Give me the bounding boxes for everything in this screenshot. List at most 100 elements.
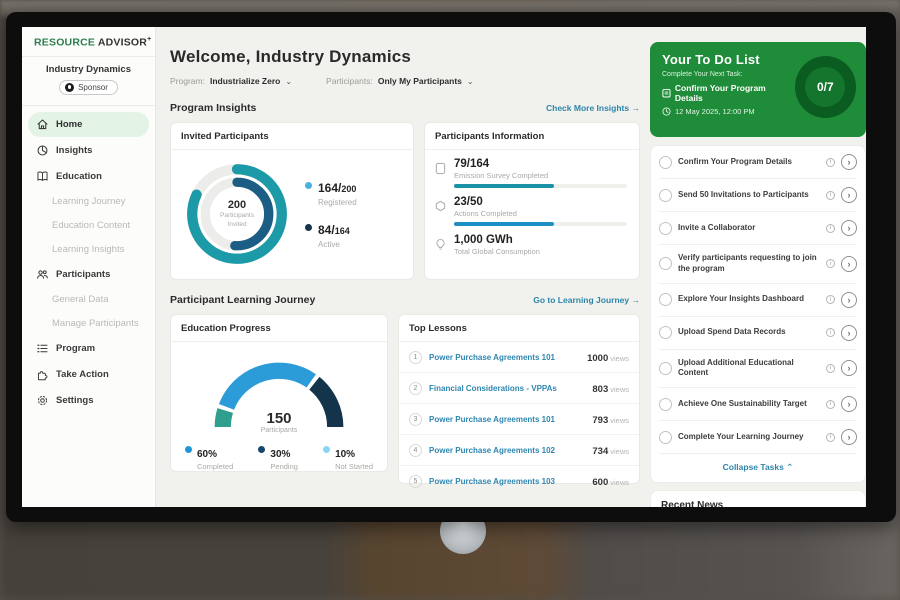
info-icon: i [826,158,835,167]
sidebar-item-label: Take Action [56,369,109,380]
lesson-link[interactable]: Power Purchase Agreements 103 [429,477,585,486]
todo-checkbox[interactable] [659,398,672,411]
todo-go-button[interactable]: › [841,187,857,203]
todo-progress-ring: 0/7 [795,56,856,118]
program-filter[interactable]: Program: Industrialize Zero ⌄ [170,76,292,86]
filter-bar: Program: Industrialize Zero ⌄ Participan… [170,76,650,86]
sidebar-item-general-data[interactable]: General Data [28,288,149,311]
lesson-link[interactable]: Power Purchase Agreements 101 [429,353,580,362]
todo-go-button[interactable]: › [841,396,857,412]
sidebar-item-education-content[interactable]: Education Content [28,214,149,237]
sidebar-item-learning-journey[interactable]: Learning Journey [28,190,149,213]
org-block: Industry Dynamics Sponsor [22,57,155,106]
lesson-row: 2 Financial Considerations - VPPAs 803vi… [399,373,639,404]
chevron-down-icon: ⌄ [467,77,474,86]
todo-item-label[interactable]: Explore Your Insights Dashboard [678,294,820,305]
sidebar-item-label: Learning Journey [52,196,125,207]
todo-item-label[interactable]: Send 50 Invitations to Participants [678,190,820,201]
education-gauge-chart: 150 Participants [204,352,354,432]
todo-item-label[interactable]: Verify participants requesting to join t… [678,253,820,275]
go-to-learning-journey-link[interactable]: Go to Learning Journey → [533,295,640,305]
lesson-link[interactable]: Financial Considerations - VPPAs [429,384,585,393]
sidebar-item-label: Settings [56,395,93,406]
logo-resource: RESOURCE [34,37,95,49]
sidebar-item-take-action[interactable]: Take Action [28,362,149,387]
sidebar-item-settings[interactable]: Settings [28,388,149,413]
lesson-link[interactable]: Power Purchase Agreements 101 [429,415,585,424]
sidebar-item-manage-participants[interactable]: Manage Participants [28,312,149,335]
arrow-right-icon: → [632,103,641,113]
todo-checkbox[interactable] [659,293,672,306]
todo-checkbox[interactable] [659,431,672,444]
todo-go-button[interactable]: › [841,292,857,308]
actions-progress-bar [454,222,627,226]
stat-consumption: 1,000 GWh Total Global Consumption [425,226,639,256]
info-icon: i [826,259,835,268]
todo-item: Achieve One Sustainability Target i › [659,388,857,421]
learning-journey-heading: Participant Learning Journey [170,294,315,306]
legend-dot [185,446,192,453]
lesson-link[interactable]: Power Purchase Agreements 102 [429,446,585,455]
sidebar-item-participants[interactable]: Participants [28,262,149,287]
todo-checkbox[interactable] [659,362,672,375]
todo-go-button[interactable]: › [841,429,857,445]
participants-filter-label: Participants: [326,76,373,86]
info-icon: i [826,433,835,442]
sidebar-item-learning-insights[interactable]: Learning Insights [28,238,149,261]
main-content: Welcome, Industry Dynamics Program: Indu… [156,27,650,507]
invited-donut-chart: 200 Participants Invited [181,158,293,270]
arrow-right-icon: → [632,295,641,305]
info-icon: i [826,295,835,304]
legend-registered: 164/200 Registered [305,179,357,207]
todo-item-label[interactable]: Upload Spend Data Records [678,327,820,338]
card-title: Education Progress [171,315,387,342]
collapse-label: Collapse Tasks [723,462,784,472]
rank-badge: 5 [409,475,422,488]
card-title: Top Lessons [399,315,639,342]
todo-checkbox[interactable] [659,189,672,202]
sidebar-item-label: Participants [56,269,110,280]
participants-filter[interactable]: Participants: Only My Participants ⌄ [326,76,474,86]
todo-go-button[interactable]: › [841,154,857,170]
app-logo: RESOURCE ADVISOR+ [22,27,155,57]
sidebar-item-insights[interactable]: Insights [28,138,149,163]
sidebar-item-education[interactable]: Education [28,164,149,189]
chevron-up-icon: ⌃ [786,462,793,472]
recent-news-title: Recent News [661,500,855,507]
participants-information-card: Participants Information 79/164 Emission… [424,122,640,280]
todo-go-button[interactable]: › [841,360,857,376]
todo-item-label[interactable]: Complete Your Learning Journey [678,432,820,443]
survey-icon [435,162,446,175]
program-insights-heading: Program Insights [170,102,256,114]
take-action-icon [36,368,49,381]
sidebar-item-label: General Data [52,294,109,305]
todo-item-label[interactable]: Invite a Collaborator [678,223,820,234]
sidebar-item-home[interactable]: Home [28,112,149,137]
clock-icon [662,107,671,116]
check-more-insights-link[interactable]: Check More Insights → [546,103,640,113]
todo-go-button[interactable]: › [841,325,857,341]
collapse-tasks-link[interactable]: Collapse Tasks ⌃ [659,454,857,482]
todo-item-label[interactable]: Achieve One Sustainability Target [678,399,820,410]
todo-go-button[interactable]: › [841,256,857,272]
sponsor-icon [65,83,74,92]
stat-actions: 23/50 Actions Completed [425,188,639,226]
todo-item-label[interactable]: Confirm Your Program Details [678,157,820,168]
todo-checkbox[interactable] [659,326,672,339]
todo-checkbox[interactable] [659,222,672,235]
top-lessons-card: Top Lessons 1 Power Purchase Agreements … [398,314,640,484]
todo-checkbox[interactable] [659,257,672,270]
todo-item-label[interactable]: Upload Additional Educational Content [678,358,820,380]
sidebar-item-program[interactable]: Program [28,336,149,361]
participants-icon [36,268,49,281]
todo-checkbox[interactable] [659,156,672,169]
rank-badge: 4 [409,444,422,457]
todo-go-button[interactable]: › [841,220,857,236]
chevron-down-icon: ⌄ [285,77,292,86]
legend-dot [323,446,330,453]
todo-item: Invite a Collaborator i › [659,212,857,245]
legend-pending: 30%Pending [258,444,298,471]
todo-subtitle: Complete Your Next Task: [662,71,795,78]
sponsor-badge[interactable]: Sponsor [59,80,118,95]
legend-dot [305,224,312,231]
